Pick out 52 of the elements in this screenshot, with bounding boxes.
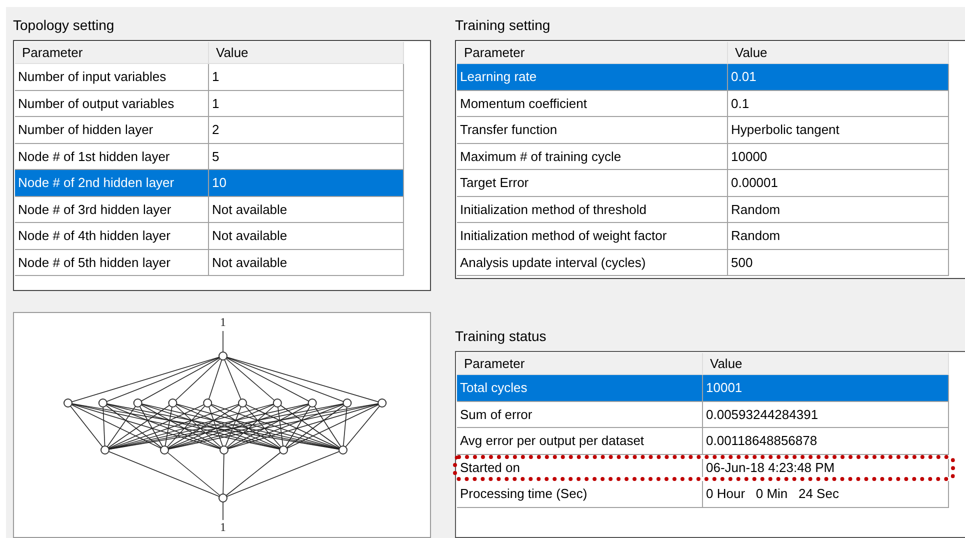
column-header[interactable]: Value (209, 42, 404, 64)
table-cell[interactable]: Initialization method of weight factor (457, 223, 728, 250)
table-cell[interactable]: Random (728, 196, 949, 223)
table-cell[interactable]: Node # of 2nd hidden layer (15, 170, 209, 196)
table-cell[interactable]: 0.1 (728, 90, 949, 117)
table-cell[interactable]: Avg error per output per dataset (457, 428, 703, 455)
table-cell[interactable]: Analysis update interval (cycles) (457, 250, 728, 276)
table-cell[interactable]: 10 (209, 170, 404, 196)
column-header[interactable]: Value (703, 353, 949, 376)
table-cell[interactable]: 1 (209, 64, 404, 90)
table-cell[interactable]: 500 (728, 250, 949, 276)
table-cell[interactable]: 10001 (703, 375, 949, 402)
table-cell[interactable]: Initialization method of threshold (457, 196, 728, 223)
table-cell[interactable]: 1 (209, 90, 404, 117)
group-title: Training status (455, 327, 546, 346)
table-cell[interactable]: 0.00001 (728, 170, 949, 196)
table-cell[interactable]: Node # of 3rd hidden layer (15, 196, 209, 223)
table-cell[interactable]: 0 Hour 0 Min 24 Sec (703, 481, 949, 508)
table-cell[interactable]: Transfer function (457, 117, 728, 144)
table-cell[interactable]: Number of input variables (15, 64, 209, 90)
table-cell[interactable]: Number of output variables (15, 90, 209, 117)
table-cell[interactable]: 2 (209, 117, 404, 144)
output-label: 1 (220, 520, 226, 534)
table-cell[interactable]: Node # of 1st hidden layer (15, 144, 209, 170)
table-cell[interactable]: Maximum # of training cycle (457, 144, 728, 170)
table-cell[interactable]: Node # of 5th hidden layer (15, 250, 209, 276)
column-header[interactable]: Parameter (457, 353, 703, 376)
table-cell[interactable]: Number of hidden layer (15, 117, 209, 144)
column-header[interactable]: Parameter (15, 42, 209, 64)
table-cell[interactable]: Learning rate (457, 64, 728, 90)
table-cell[interactable]: Sum of error (457, 402, 703, 428)
table-cell[interactable]: Not available (209, 223, 404, 250)
table-cell[interactable]: 5 (209, 144, 404, 170)
table-cell[interactable]: Not available (209, 250, 404, 276)
table-cell[interactable]: Not available (209, 196, 404, 223)
table-cell[interactable]: 10000 (728, 144, 949, 170)
table-cell[interactable]: Random (728, 223, 949, 250)
input-label: 1 (220, 315, 226, 330)
table-cell[interactable]: Target Error (457, 170, 728, 196)
table-cell[interactable]: Node # of 4th hidden layer (15, 223, 209, 250)
table-cell[interactable]: Started on (457, 458, 703, 478)
column-header[interactable]: Value (728, 42, 949, 64)
table-cell[interactable]: Processing time (Sec) (457, 481, 703, 508)
table-cell[interactable]: 0.00118648856878 (703, 428, 949, 455)
table-cell[interactable]: Momentum coefficient (457, 90, 728, 117)
table-cell[interactable]: 0.00593244284391 (703, 402, 949, 428)
table-cell[interactable]: 0.01 (728, 64, 949, 90)
group-title: Training setting (455, 16, 550, 34)
table-cell[interactable]: Total cycles (457, 375, 703, 402)
group-title: Topology setting (13, 16, 114, 34)
table-cell[interactable]: Hyperbolic tangent (728, 117, 949, 144)
column-header[interactable]: Parameter (457, 42, 728, 64)
